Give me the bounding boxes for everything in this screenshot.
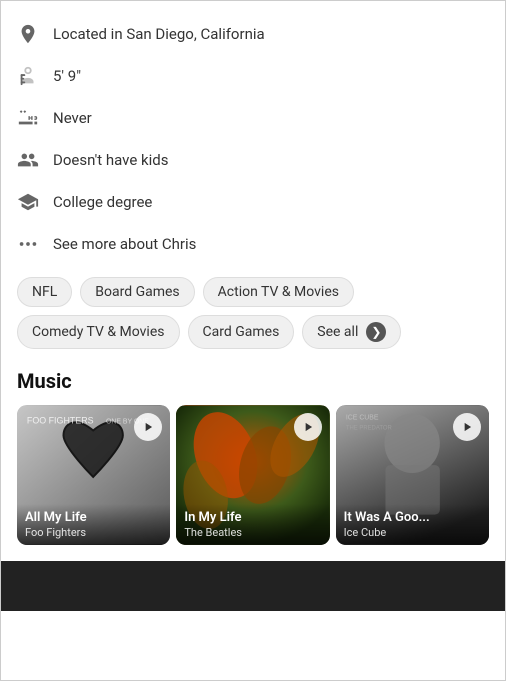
smoking-row: Never [17,97,489,139]
interest-tag-board-games[interactable]: Board Games [80,277,194,307]
kids-text: Doesn't have kids [53,151,168,169]
music-card-1-info: All My Life Foo Fighters [17,504,170,545]
see-all-arrow-icon: ❯ [366,322,386,342]
svg-text:FOO FIGHTERS: FOO FIGHTERS [27,416,94,426]
svg-text:ICE CUBE: ICE CUBE [346,415,379,422]
interest-tag-nfl[interactable]: NFL [17,277,72,307]
music-card-3-info: It Was A Goo... Ice Cube [336,504,489,545]
music-section-title: Music [17,369,489,393]
smoking-icon [17,107,53,129]
music-card-3[interactable]: ICE CUBE THE PREDATOR It Was A Goo... Ic… [336,405,489,545]
interest-tag-card-games[interactable]: Card Games [188,315,295,349]
music-card-1[interactable]: FOO FIGHTERS ONE BY ONE All My Life Foo … [17,405,170,545]
kids-row: Doesn't have kids [17,139,489,181]
height-text: 5' 9" [53,67,81,85]
interest-tag-comedy-tv[interactable]: Comedy TV & Movies [17,315,180,349]
education-row: College degree [17,181,489,223]
location-row: Located in San Diego, California [17,13,489,55]
height-row: 5' 9" [17,55,489,97]
see-all-label: See all [317,324,358,340]
music-card-2-info: In My Life The Beatles [176,504,329,545]
play-button-3[interactable] [453,413,481,441]
see-more-row[interactable]: See more about Chris [17,223,489,265]
song-title-2: In My Life [184,510,321,526]
interests-section: NFL Board Games Action TV & Movies Comed… [1,265,505,361]
play-button-2[interactable] [294,413,322,441]
music-section: Music [1,361,505,557]
svg-text:THE PREDATOR: THE PREDATOR [346,425,392,431]
location-icon [17,23,53,45]
song-artist-2: The Beatles [184,526,321,539]
music-card-2[interactable]: In My Life The Beatles [176,405,329,545]
height-icon [17,65,53,87]
education-icon [17,191,53,213]
song-title-1: All My Life [25,510,162,526]
see-more-text: See more about Chris [53,235,196,253]
song-title-3: It Was A Goo... [344,510,481,526]
interest-tag-action-tv[interactable]: Action TV & Movies [203,277,354,307]
song-artist-1: Foo Fighters [25,526,162,539]
see-all-button[interactable]: See all ❯ [302,315,401,349]
smoking-text: Never [53,109,92,127]
music-grid: FOO FIGHTERS ONE BY ONE All My Life Foo … [17,405,489,545]
more-icon [17,233,53,255]
profile-info-section: Located in San Diego, California 5' 9" N… [1,1,505,265]
education-text: College degree [53,193,152,211]
bottom-bar [1,561,505,611]
song-artist-3: Ice Cube [344,526,481,539]
kids-icon [17,149,53,171]
location-text: Located in San Diego, California [53,25,265,43]
